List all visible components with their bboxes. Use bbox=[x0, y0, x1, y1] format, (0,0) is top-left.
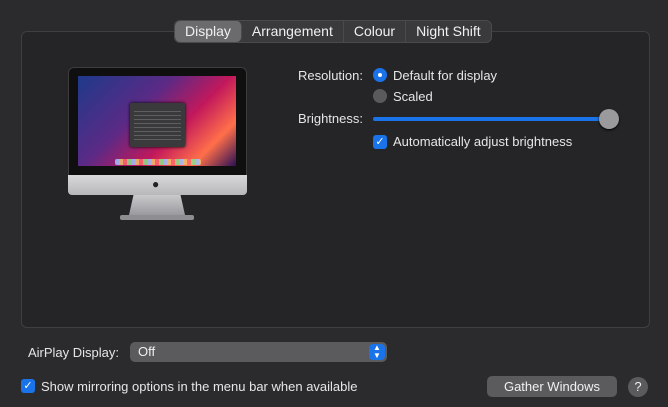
auto-brightness-label[interactable]: Automatically adjust brightness bbox=[393, 134, 572, 149]
mirroring-checkbox[interactable]: ✓ bbox=[21, 379, 35, 393]
monitor-base bbox=[120, 215, 194, 220]
airplay-display-select[interactable]: Off ▲ ▼ bbox=[130, 342, 387, 362]
brightness-slider-track[interactable] bbox=[373, 117, 609, 121]
gather-windows-button[interactable]: Gather Windows bbox=[487, 376, 617, 397]
option-default-for-display-label[interactable]: Default for display bbox=[393, 68, 497, 83]
chevron-up-down-icon: ▲ ▼ bbox=[369, 344, 385, 360]
auto-brightness-checkbox[interactable]: ✓ bbox=[373, 135, 387, 149]
resolution-label: Resolution: bbox=[297, 68, 363, 83]
apple-logo-icon: ● bbox=[152, 177, 160, 191]
brightness-label: Brightness: bbox=[297, 111, 363, 126]
help-button[interactable]: ? bbox=[628, 377, 648, 397]
preview-dock bbox=[115, 159, 201, 165]
tab-colour[interactable]: Colour bbox=[344, 21, 407, 42]
checkmark-icon: ✓ bbox=[375, 136, 385, 148]
mirroring-label[interactable]: Show mirroring options in the menu bar w… bbox=[41, 379, 358, 394]
tab-night-shift[interactable]: Night Shift bbox=[406, 21, 491, 42]
tab-display[interactable]: Display bbox=[175, 21, 242, 42]
airplay-display-value: Off bbox=[138, 344, 156, 359]
radio-default-for-display[interactable] bbox=[373, 68, 387, 82]
monitor-bezel bbox=[68, 67, 247, 176]
monitor-stand bbox=[129, 195, 185, 215]
imac-icon: ● bbox=[68, 67, 247, 225]
brightness-slider-knob[interactable] bbox=[599, 109, 619, 129]
checkmark-icon: ✓ bbox=[23, 380, 33, 392]
radio-scaled[interactable] bbox=[373, 89, 387, 103]
tab-arrangement[interactable]: Arrangement bbox=[242, 21, 344, 42]
option-scaled-label[interactable]: Scaled bbox=[393, 89, 433, 104]
monitor-screen-preview bbox=[78, 76, 236, 166]
airplay-display-label: AirPlay Display: bbox=[27, 345, 119, 360]
segmented-tabs: Display Arrangement Colour Night Shift bbox=[174, 20, 492, 43]
preview-window bbox=[130, 103, 185, 147]
